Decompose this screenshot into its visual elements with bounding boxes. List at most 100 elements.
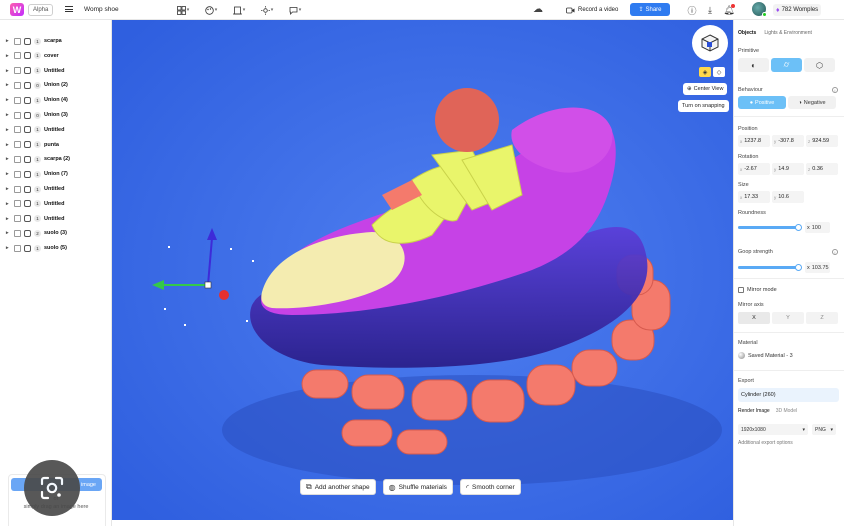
layer-checkbox[interactable] bbox=[14, 170, 21, 178]
goop-slider-knob[interactable] bbox=[794, 264, 802, 271]
expand-caret-icon[interactable]: ▸ bbox=[6, 38, 11, 44]
orthographic-toggle[interactable]: ◇ bbox=[713, 67, 725, 77]
resolution-select[interactable]: 1920x1080 ▾ bbox=[738, 424, 808, 435]
layer-item[interactable]: ▸ 0 Union (2) bbox=[6, 79, 68, 91]
cloud-sync-icon[interactable]: ☁ bbox=[533, 4, 543, 15]
layer-item[interactable]: ▸ 1 Untitled bbox=[6, 198, 64, 210]
layer-item[interactable]: ▸ 1 Union (7) bbox=[6, 168, 68, 180]
roundness-value-field[interactable]: x 100 bbox=[805, 222, 830, 233]
positive-button[interactable]: ● Positive bbox=[738, 96, 786, 109]
layer-checkbox[interactable] bbox=[14, 141, 21, 149]
layer-checkbox[interactable] bbox=[14, 81, 21, 89]
smooth-corner-button[interactable]: ◜ Smooth corner bbox=[459, 479, 521, 495]
layer-checkbox[interactable] bbox=[14, 67, 21, 75]
layer-checkbox[interactable] bbox=[14, 244, 21, 252]
shuffle-materials-button[interactable]: ◍ Shuffle materials bbox=[382, 479, 453, 495]
layer-item[interactable]: ▸ 2 suolo (3) bbox=[6, 227, 67, 239]
rotation-z-field[interactable]: z 0.36 bbox=[806, 163, 838, 175]
shapes-tool-button[interactable]: ▾ bbox=[172, 3, 194, 17]
info-icon[interactable]: i bbox=[832, 249, 838, 255]
goop-value-field[interactable]: x 103.75 bbox=[805, 262, 830, 273]
position-x-field[interactable]: x 1237.8 bbox=[738, 135, 770, 147]
box-primitive-button[interactable]: ⬡ bbox=[804, 58, 835, 72]
expand-caret-icon[interactable]: ▸ bbox=[6, 156, 11, 162]
info-icon[interactable]: i bbox=[832, 87, 838, 93]
mirror-axis-z-button[interactable]: Z bbox=[806, 312, 838, 324]
layer-checkbox[interactable] bbox=[14, 215, 21, 223]
avatar[interactable] bbox=[752, 2, 767, 17]
layer-checkbox[interactable] bbox=[14, 126, 21, 134]
download-icon[interactable]: ⤓ bbox=[704, 3, 716, 17]
expand-caret-icon[interactable]: ▸ bbox=[6, 230, 11, 236]
expand-caret-icon[interactable]: ▸ bbox=[6, 53, 11, 59]
expand-caret-icon[interactable]: ▸ bbox=[6, 201, 11, 207]
expand-caret-icon[interactable]: ▸ bbox=[6, 142, 11, 148]
expand-caret-icon[interactable]: ▸ bbox=[6, 127, 11, 133]
format-select[interactable]: PNG ▾ bbox=[812, 424, 836, 435]
mirror-axis-x-button[interactable]: X bbox=[738, 312, 770, 324]
roundness-slider-knob[interactable] bbox=[794, 224, 802, 231]
layer-checkbox[interactable] bbox=[14, 200, 21, 208]
layer-item[interactable]: ▸ 1 Union (4) bbox=[6, 94, 68, 106]
perspective-toggle[interactable]: ◈ bbox=[699, 67, 711, 77]
snapping-button[interactable]: Turn on snapping bbox=[678, 100, 729, 112]
notifications-button[interactable]: 🔔︎ bbox=[723, 3, 735, 17]
expand-caret-icon[interactable]: ▸ bbox=[6, 171, 11, 177]
layer-checkbox[interactable] bbox=[14, 155, 21, 163]
view-cube[interactable] bbox=[692, 25, 728, 61]
tab-render-image[interactable]: Render Image bbox=[738, 408, 770, 414]
negative-button[interactable]: ◑ Negative bbox=[788, 96, 836, 109]
layer-item[interactable]: ▸ 1 Untitled bbox=[6, 65, 64, 77]
cylinder-primitive-button[interactable]: ⌭ bbox=[771, 58, 802, 72]
layer-item[interactable]: ▸ 1 Untitled bbox=[6, 183, 64, 195]
layer-item[interactable]: ▸ 1 scarpa (2) bbox=[6, 153, 70, 165]
share-button[interactable]: ⇪ Share bbox=[630, 3, 670, 16]
record-video-button[interactable]: Record a video bbox=[563, 3, 621, 17]
sphere-primitive-button[interactable]: ◐ bbox=[738, 58, 769, 72]
womp-logo[interactable]: W bbox=[10, 3, 24, 16]
comment-tool-button[interactable]: ▾ bbox=[284, 3, 306, 17]
info-icon[interactable]: ⓘ bbox=[686, 3, 698, 17]
project-name[interactable]: Womp shoe bbox=[84, 6, 119, 13]
center-view-button[interactable]: ⊕ Center View bbox=[683, 83, 728, 95]
expand-caret-icon[interactable]: ▸ bbox=[6, 216, 11, 222]
womples-balance[interactable]: ♦ 782 Womples bbox=[773, 4, 822, 16]
position-y-field[interactable]: y -307.8 bbox=[772, 135, 804, 147]
mirror-axis-y-button[interactable]: Y bbox=[772, 312, 804, 324]
layer-item[interactable]: ▸ 1 punta bbox=[6, 139, 59, 151]
layer-checkbox[interactable] bbox=[14, 111, 21, 119]
tab-objects[interactable]: Objects bbox=[738, 30, 756, 36]
tab-3d-model[interactable]: 3D Model bbox=[776, 408, 797, 414]
layer-item[interactable]: ▸ 1 suolo (5) bbox=[6, 242, 67, 254]
layer-checkbox[interactable] bbox=[14, 96, 21, 104]
tab-lights-environment[interactable]: Lights & Environment bbox=[764, 30, 812, 36]
size-y-field[interactable]: y 10.6 bbox=[772, 191, 804, 203]
expand-caret-icon[interactable]: ▸ bbox=[6, 245, 11, 251]
expand-caret-icon[interactable]: ▸ bbox=[6, 97, 11, 103]
goop-strength-slider[interactable] bbox=[738, 264, 802, 271]
position-z-field[interactable]: z 924.59 bbox=[806, 135, 838, 147]
size-x-field[interactable]: x 17.33 bbox=[738, 191, 770, 203]
expand-caret-icon[interactable]: ▸ bbox=[6, 68, 11, 74]
additional-export-options-link[interactable]: Additional export options bbox=[738, 440, 793, 446]
layer-item[interactable]: ▸ 1 scarpa bbox=[6, 35, 62, 47]
3d-viewport[interactable]: ◈ ◇ ⊕ Center View Turn on snapping ⧉ Add… bbox=[112, 20, 733, 520]
layer-item[interactable]: ▸ 1 Untitled bbox=[6, 124, 64, 136]
mirror-mode-checkbox[interactable] bbox=[738, 287, 744, 293]
rotation-x-field[interactable]: x -2.67 bbox=[738, 163, 770, 175]
expand-caret-icon[interactable]: ▸ bbox=[6, 82, 11, 88]
frame-tool-button[interactable]: ▾ bbox=[228, 3, 250, 17]
menu-icon[interactable] bbox=[64, 4, 74, 14]
layer-item[interactable]: ▸ 1 Untitled bbox=[6, 213, 64, 225]
lighting-tool-button[interactable]: ▾ bbox=[256, 3, 278, 17]
expand-caret-icon[interactable]: ▸ bbox=[6, 112, 11, 118]
export-object-field[interactable]: Cylinder (260) bbox=[738, 388, 839, 402]
add-shape-button[interactable]: ⧉ Add another shape bbox=[300, 479, 376, 495]
expand-caret-icon[interactable]: ▸ bbox=[6, 186, 11, 192]
mirror-mode-toggle[interactable]: Mirror mode bbox=[738, 287, 777, 293]
layer-checkbox[interactable] bbox=[14, 52, 21, 60]
layer-checkbox[interactable] bbox=[14, 229, 21, 237]
material-selector[interactable]: Saved Material - 3 bbox=[738, 352, 793, 359]
camera-lens-button[interactable] bbox=[24, 460, 80, 516]
layer-checkbox[interactable] bbox=[14, 37, 21, 45]
